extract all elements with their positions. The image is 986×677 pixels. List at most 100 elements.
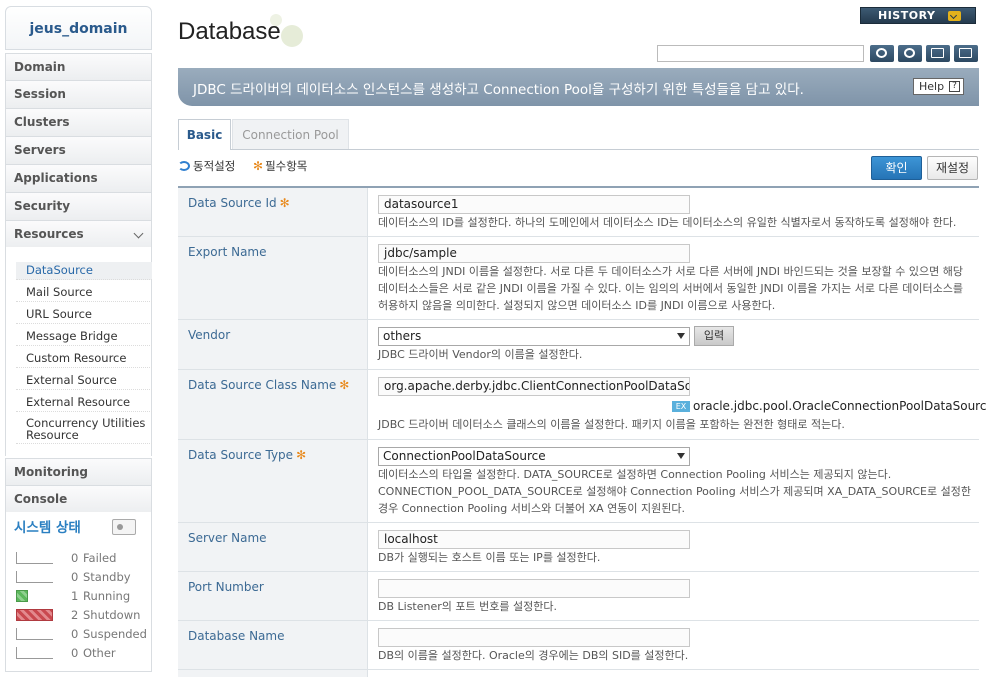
- status-count: 1: [71, 589, 79, 603]
- status-label: Running: [83, 589, 131, 603]
- form-row-vendor: Vendor others 입력 JDBC 드라이버 Vendor의 이름을 설…: [178, 320, 979, 370]
- legend-required: ✻ 필수항목: [253, 158, 307, 174]
- field-label: Data Source Type ✻: [178, 440, 368, 522]
- status-label: Failed: [83, 551, 117, 565]
- dropdown-arrow-icon: [677, 453, 685, 459]
- page-title: Database: [178, 18, 281, 45]
- sidebar-item-security[interactable]: Security: [5, 193, 152, 221]
- sidebar-item-custom-resource[interactable]: Custom Resource: [16, 350, 152, 368]
- sidebar-item-applications[interactable]: Applications: [5, 165, 152, 193]
- legend-dynamic-label: 동적설정: [193, 159, 236, 173]
- form-row-next: [178, 670, 979, 677]
- status-bar-running: [16, 590, 28, 602]
- status-count: 0: [71, 551, 79, 565]
- required-icon: ✻: [279, 196, 290, 210]
- sidebar-item-mail-source[interactable]: Mail Source: [16, 284, 152, 302]
- export-name-description: 데이터소스의 JNDI 이름을 설정한다. 서로 다른 두 데이터소스가 서로 …: [378, 265, 963, 312]
- sidebar-item-message-bridge[interactable]: Message Bridge: [16, 328, 152, 346]
- status-count: 2: [71, 608, 79, 622]
- database-name-input[interactable]: [378, 628, 690, 647]
- datasource-id-label: Data Source Id: [188, 196, 277, 210]
- datasource-type-description: 데이터소스의 타입을 설정한다. DATA_SOURCE로 설정하면 Conne…: [378, 468, 971, 515]
- status-count: 0: [71, 627, 79, 641]
- datasource-id-description: 데이터소스의 ID를 설정한다. 하나의 도메인에서 데이터소스 ID는 데이터…: [378, 216, 957, 229]
- sidebar-item-label: Resources: [14, 227, 84, 241]
- form-row-export-name: Export Name jdbc/sample 데이터소스의 JNDI 이름을 …: [178, 237, 979, 320]
- sidebar-item-url-source[interactable]: URL Source: [16, 306, 152, 324]
- required-icon: ✻: [253, 159, 264, 173]
- datasource-type-label: Data Source Type: [188, 448, 294, 462]
- field-label: Database Name: [178, 621, 368, 669]
- page: jeus_domain Domain Session Clusters Serv…: [0, 0, 986, 677]
- form-row-datasource-id: Data Source Id ✻ datasource1 데이터소스의 ID를 설…: [178, 188, 979, 237]
- status-label: Suspended: [83, 627, 147, 641]
- sidebar-item-monitoring[interactable]: Monitoring: [5, 458, 152, 486]
- example-badge: EX: [672, 401, 690, 412]
- domain-name[interactable]: jeus_domain: [5, 6, 152, 50]
- required-icon: ✻: [339, 378, 350, 392]
- required-icon: ✻: [296, 448, 307, 462]
- status-bar-standby: [16, 571, 53, 583]
- sidebar-item-concurrency-utilities-resource[interactable]: Concurrency Utilities Resource: [16, 416, 152, 444]
- field-label: Export Name: [178, 237, 368, 319]
- form-row-datasource-type: Data Source Type ✻ ConnectionPoolDataSour…: [178, 440, 979, 523]
- sidebar-item-datasource[interactable]: DataSource: [16, 262, 152, 280]
- server-name-description: DB가 실행되는 호스트 이름 또는 IP를 설정한다.: [378, 551, 601, 564]
- legend-dynamic: 동적설정: [178, 158, 235, 174]
- class-name-description: JDBC 드라이버 데이터소스 클래스의 이름을 설정한다. 패키지 이름을 포…: [378, 418, 845, 431]
- tab-divider: [231, 149, 979, 150]
- search-icon[interactable]: [870, 45, 894, 62]
- reset-button[interactable]: 재설정: [927, 156, 978, 180]
- tab-connection-pool[interactable]: Connection Pool: [232, 119, 349, 150]
- decoration-circle: [281, 25, 303, 47]
- tab-basic[interactable]: Basic: [178, 119, 231, 150]
- field-label: Server Name: [178, 523, 368, 571]
- status-label: Standby: [83, 570, 131, 584]
- monitor-icon[interactable]: [112, 519, 136, 535]
- form-row-port-number: Port Number DB Listener의 포트 번호를 설정한다.: [178, 572, 979, 621]
- field-label: Data Source Id ✻: [178, 188, 368, 236]
- example-text: oracle.jdbc.pool.OracleConnectionPoolDat…: [693, 399, 986, 413]
- class-name-input[interactable]: org.apache.derby.jdbc.ClientConnectionPo…: [378, 377, 690, 396]
- refresh-icon[interactable]: [898, 45, 922, 62]
- sidebar-item-clusters[interactable]: Clusters: [5, 109, 152, 137]
- port-number-input[interactable]: [378, 579, 690, 598]
- sidebar-item-servers[interactable]: Servers: [5, 137, 152, 165]
- chevron-down-icon: [133, 228, 144, 239]
- confirm-button[interactable]: 확인: [871, 156, 922, 180]
- export-name-label: Export Name: [188, 245, 267, 259]
- server-name-label: Server Name: [188, 531, 267, 545]
- export-xml-icon[interactable]: [926, 45, 950, 62]
- server-name-input[interactable]: localhost: [378, 530, 690, 549]
- database-name-description: DB의 이름을 설정한다. Oracle의 경우에는 DB의 SID를 설정한다…: [378, 649, 689, 662]
- question-icon: ?: [949, 81, 960, 92]
- datasource-id-input[interactable]: datasource1: [378, 195, 690, 214]
- sidebar: jeus_domain Domain Session Clusters Serv…: [0, 0, 155, 677]
- datasource-type-selected: ConnectionPoolDataSource: [383, 449, 546, 463]
- sidebar-item-resources[interactable]: Resources: [5, 221, 152, 249]
- form-row-class-name: Data Source Class Name ✻ org.apache.derby…: [178, 370, 986, 440]
- system-status-title: 시스템 상태: [14, 520, 81, 536]
- sidebar-item-external-source[interactable]: External Source: [16, 372, 152, 390]
- help-button[interactable]: Help ?: [913, 78, 964, 95]
- chevron-down-icon: [948, 11, 961, 21]
- history-button[interactable]: HISTORY: [860, 7, 976, 24]
- dropdown-arrow-icon: [677, 333, 685, 339]
- datasource-type-select[interactable]: ConnectionPoolDataSource: [378, 447, 690, 466]
- status-bar-shutdown: [16, 609, 53, 621]
- vendor-input-button[interactable]: 입력: [694, 326, 734, 346]
- vendor-select[interactable]: others: [378, 327, 690, 346]
- resources-submenu: DataSource Mail Source URL Source Messag…: [5, 247, 152, 456]
- search-input[interactable]: [657, 45, 864, 62]
- sidebar-item-console[interactable]: Console: [5, 486, 152, 514]
- export-name-input[interactable]: jdbc/sample: [378, 244, 690, 263]
- banner-text: JDBC 드라이버의 데이터소스 인스턴스를 생성하고 Connection P…: [193, 82, 804, 98]
- import-xml-icon[interactable]: [954, 45, 978, 62]
- sidebar-item-domain[interactable]: Domain: [5, 53, 152, 81]
- vendor-label: Vendor: [188, 328, 231, 342]
- sidebar-menu-bottom: Monitoring Console: [5, 458, 152, 514]
- sidebar-item-external-resource[interactable]: External Resource: [16, 394, 152, 412]
- class-name-label: Data Source Class Name: [188, 378, 337, 392]
- sidebar-item-session[interactable]: Session: [5, 81, 152, 109]
- history-label: HISTORY: [878, 9, 936, 22]
